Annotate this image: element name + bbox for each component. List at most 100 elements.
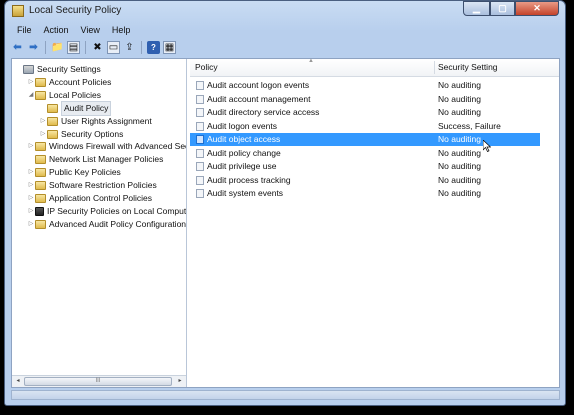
policy-row[interactable]: Audit account logon events No auditing	[190, 79, 540, 92]
policy-icon	[196, 162, 204, 171]
menu-action[interactable]: Action	[38, 23, 75, 37]
main-content: Security Settings ▷ Account Policies ◢ Local…	[11, 58, 560, 388]
policy-name: Audit object access	[207, 134, 281, 144]
policy-name: Audit system events	[207, 188, 284, 198]
policy-setting: No auditing	[438, 174, 482, 185]
toolbar: ⬅ ➡ 📁 ▤ ✖ ▭ ⇪? ▦	[11, 39, 176, 55]
maximize-icon: ▢	[498, 3, 507, 13]
close-icon: ✕	[533, 3, 541, 13]
security-policy-app-icon	[12, 5, 24, 17]
tree-item[interactable]: ▷ IP Security Policies on Local Compute	[27, 205, 186, 218]
tree-item[interactable]: Security Settings	[15, 63, 101, 76]
toolbar-separator	[45, 40, 46, 54]
policy-icon	[196, 148, 204, 158]
policy-row[interactable]: Audit directory service access No auditin…	[190, 106, 540, 119]
policy-name: Audit policy change	[207, 147, 281, 158]
window-title: Local Security Policy	[29, 5, 122, 16]
mouse-cursor-icon	[483, 140, 491, 152]
tree-item-label: User Rights Assignment	[61, 115, 152, 126]
tree-item[interactable]: ▷ Account Policies	[27, 76, 111, 89]
tree-item[interactable]: ▷ Application Control Policies	[27, 192, 152, 205]
minimize-button[interactable]: ▁	[463, 1, 490, 16]
tree-item[interactable]: ▷ User Rights Assignment	[39, 115, 152, 128]
status-bar	[11, 390, 560, 400]
folder-icon	[35, 181, 46, 191]
forward-arrow-icon[interactable]: ➡	[27, 41, 40, 54]
folder-icon	[47, 103, 58, 113]
policy-row[interactable]: Audit account management No auditing	[190, 93, 540, 106]
tree-horizontal-scrollbar[interactable]: ◂ III ▸	[12, 375, 186, 387]
policy-name: Audit account management	[207, 93, 311, 104]
folder-icon	[35, 142, 46, 152]
tree-item[interactable]: ▷ Windows Firewall with Advanced Secu	[27, 140, 186, 153]
tree-item-label: Security Options	[61, 128, 124, 139]
policy-name: Audit logon events	[207, 120, 277, 131]
policy-setting: No auditing	[438, 80, 482, 90]
folder-icon	[35, 194, 46, 203]
tree-item[interactable]: Audit Policy	[39, 100, 112, 116]
menu-view[interactable]: View	[75, 23, 106, 37]
policy-list-pane: Policy ▲ Security Setting Audit account …	[190, 58, 559, 387]
tree-item[interactable]: Network List Manager Policies	[27, 153, 163, 166]
minimize-icon: ▁	[473, 3, 480, 13]
scroll-thumb[interactable]: III	[24, 377, 172, 386]
maximize-button[interactable]: ▢	[490, 1, 515, 16]
scroll-left-icon[interactable]: ◂	[13, 377, 23, 386]
export-list-icon[interactable]: ⇪	[123, 41, 136, 54]
column-header-policy[interactable]: Policy	[195, 59, 218, 76]
policy-setting: No auditing	[438, 107, 482, 117]
expand-arrow-icon[interactable]: ▷	[27, 218, 35, 231]
folder-icon	[35, 77, 46, 87]
up-folder-icon[interactable]: 📁	[51, 41, 64, 54]
title-bar[interactable]: Local Security Policy ▁ ▢ ✕	[5, 1, 565, 21]
tree-item-label: Security Settings	[37, 64, 101, 74]
folder-icon	[47, 129, 58, 139]
help-icon[interactable]: ?	[147, 40, 160, 54]
tree-item-label: Account Policies	[49, 76, 112, 87]
app-window: Local Security Policy ▁ ▢ ✕ File Action …	[4, 0, 566, 406]
expand-arrow-icon[interactable]: ▷	[27, 166, 35, 179]
policy-icon	[196, 175, 204, 185]
policy-setting: No auditing	[438, 161, 482, 171]
show-hide-tree-icon[interactable]: ▤	[67, 40, 80, 54]
expand-arrow-icon[interactable]: ◢	[27, 89, 35, 102]
expand-arrow-icon[interactable]: ▷	[27, 76, 35, 89]
expand-arrow-icon[interactable]: ▷	[27, 205, 35, 218]
folder-icon	[35, 90, 46, 100]
show-action-pane-icon[interactable]: ▦	[163, 40, 176, 54]
delete-icon[interactable]: ✖	[91, 41, 104, 54]
menu-help[interactable]: Help	[106, 23, 137, 37]
tree-item-label: Advanced Audit Policy Configuration	[49, 218, 187, 229]
security-settings-icon	[23, 65, 34, 74]
properties-icon[interactable]: ▭	[107, 40, 120, 54]
policy-name: Audit directory service access	[207, 107, 320, 117]
expand-arrow-icon[interactable]: ▷	[39, 128, 47, 141]
expand-arrow-icon[interactable]: ▷	[27, 192, 35, 205]
tree-item-label: Network List Manager Policies	[49, 154, 164, 165]
tree-item[interactable]: ▷ Software Restriction Policies	[27, 179, 157, 192]
tree-item[interactable]: ▷ Security Options	[39, 128, 123, 141]
tree-item[interactable]: ▷ Public Key Policies	[27, 166, 121, 179]
policy-icon	[196, 94, 204, 104]
policy-icon	[196, 121, 204, 131]
column-divider[interactable]	[434, 61, 435, 74]
menu-file[interactable]: File	[11, 23, 38, 37]
scroll-right-icon[interactable]: ▸	[175, 377, 185, 386]
policy-row[interactable]: Audit privilege use No auditing	[190, 160, 540, 173]
menu-bar: File Action View Help	[11, 23, 136, 37]
expand-arrow-icon[interactable]: ▷	[27, 179, 35, 192]
ip-security-icon	[35, 206, 44, 216]
column-header-security-setting[interactable]: Security Setting	[438, 59, 498, 76]
folder-icon	[35, 219, 46, 229]
policy-row[interactable]: Audit system events No auditing	[190, 187, 540, 200]
expand-arrow-icon[interactable]: ▷	[39, 115, 47, 128]
policy-row[interactable]: Audit logon events Success, Failure	[190, 120, 540, 133]
tree-item[interactable]: ▷ Advanced Audit Policy Configuration	[27, 218, 186, 231]
back-arrow-icon[interactable]: ⬅	[11, 41, 24, 54]
policy-icon	[196, 108, 204, 117]
policy-row[interactable]: Audit process tracking No auditing	[190, 174, 540, 187]
policy-setting: No auditing	[438, 147, 482, 158]
expand-arrow-icon[interactable]: ▷	[27, 140, 35, 153]
folder-icon	[35, 155, 46, 165]
close-button[interactable]: ✕	[515, 1, 559, 16]
